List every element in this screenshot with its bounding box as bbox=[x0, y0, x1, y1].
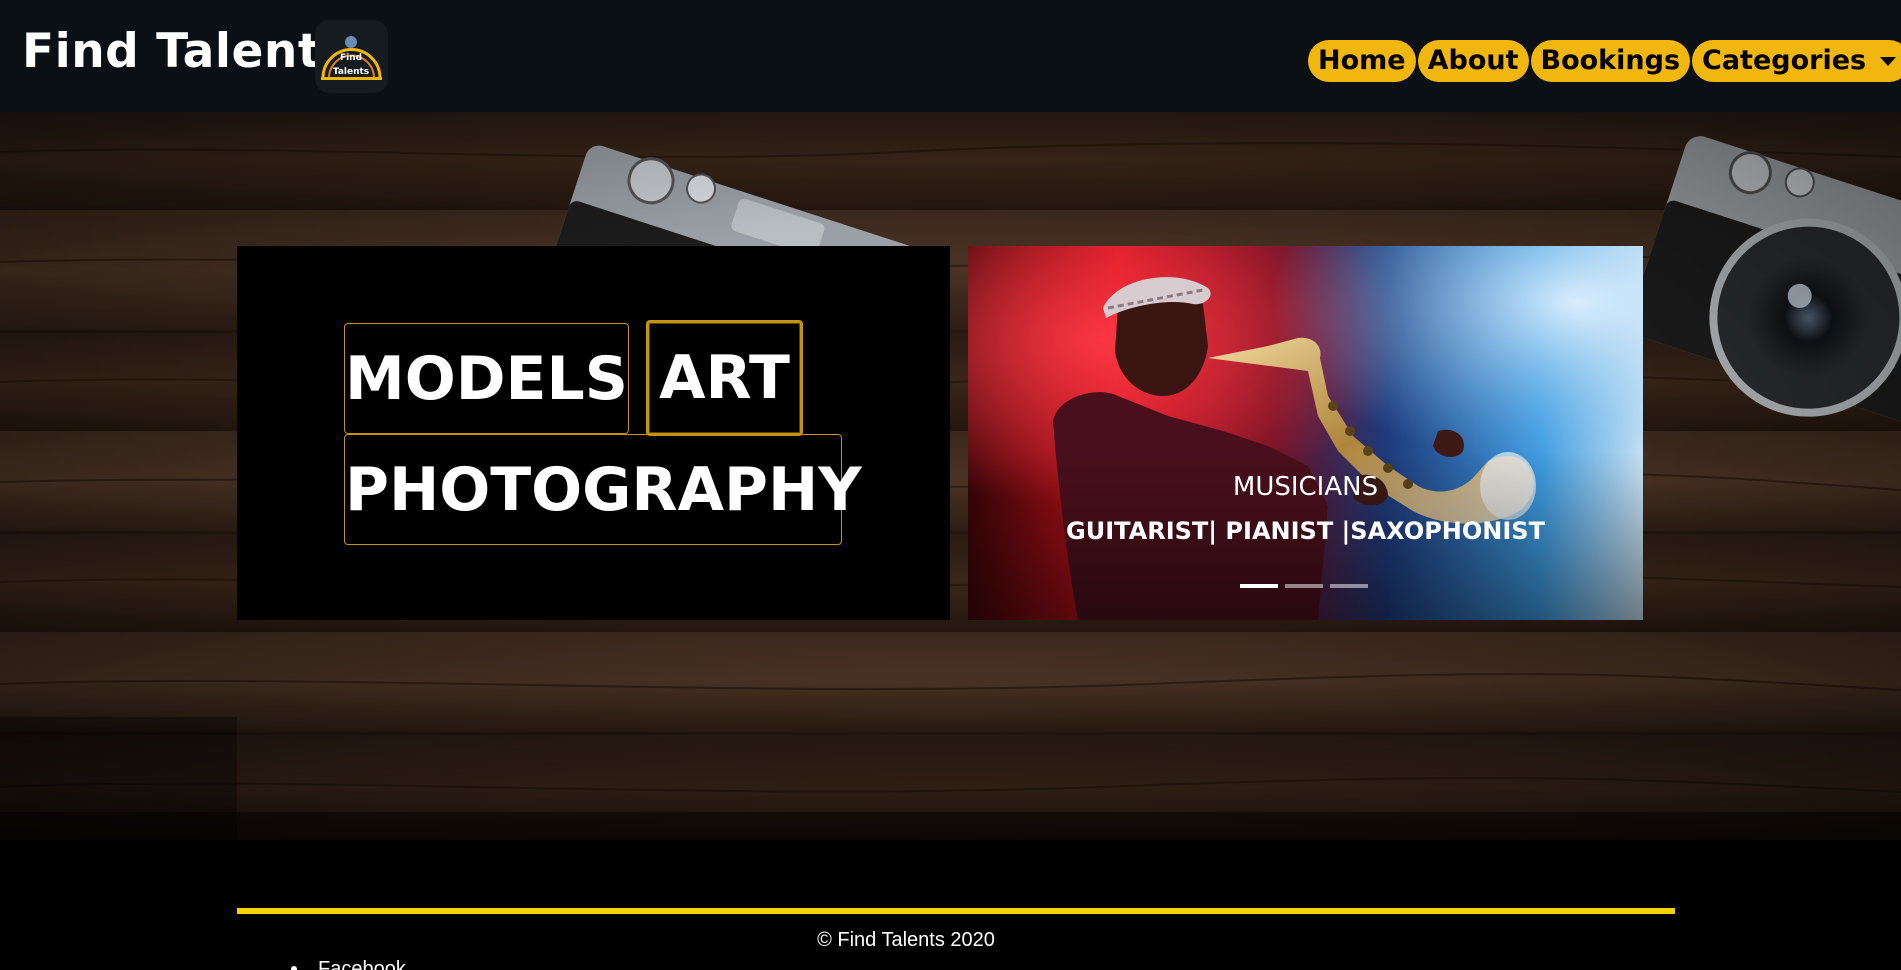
tag-art: ART bbox=[646, 320, 803, 436]
nav-categories-label: Categories bbox=[1702, 45, 1867, 76]
list-bullet-icon bbox=[291, 966, 297, 970]
carousel-indicator-3[interactable] bbox=[1330, 584, 1368, 588]
main-nav: Home About Bookings Categories bbox=[1308, 40, 1901, 82]
carousel-indicator-1[interactable] bbox=[1240, 584, 1278, 588]
nav-about-link[interactable]: About bbox=[1417, 40, 1529, 82]
nav-home-link[interactable]: Home bbox=[1308, 40, 1416, 82]
categories-panel: MODELS ART PHOTOGRAPHY bbox=[237, 246, 950, 620]
nav-bookings-link[interactable]: Bookings bbox=[1530, 40, 1691, 82]
footer-divider bbox=[237, 908, 1675, 914]
carousel-indicators bbox=[1240, 584, 1368, 588]
carousel-caption-subtitle: GUITARIST| PIANIST |SAXOPHONIST bbox=[1066, 517, 1545, 545]
copyright-text: © Find Talents 2020 bbox=[817, 929, 995, 951]
carousel-caption-title: MUSICIANS bbox=[1232, 472, 1379, 502]
tag-photography: PHOTOGRAPHY bbox=[344, 434, 862, 545]
caret-down-icon bbox=[1880, 56, 1897, 66]
musicians-carousel[interactable]: MUSICIANS GUITARIST| PIANIST |SAXOPHONIS… bbox=[968, 246, 1643, 620]
facebook-link[interactable]: Facebook bbox=[318, 955, 406, 970]
logo-text-top: Find bbox=[340, 53, 362, 63]
page: Find Talents Find Talents Home About Boo… bbox=[0, 0, 1901, 970]
logo-text-bottom: Talents bbox=[333, 67, 369, 77]
saxophonist-slide-image bbox=[968, 246, 1643, 620]
tag-models: MODELS bbox=[344, 323, 629, 434]
logo-emblem-icon: Find Talents bbox=[321, 36, 382, 80]
brand-logo[interactable]: Find Talents bbox=[315, 20, 388, 93]
nav-categories-dropdown[interactable]: Categories bbox=[1692, 40, 1901, 82]
brand-title[interactable]: Find Talents bbox=[22, 24, 349, 80]
carousel-indicator-2[interactable] bbox=[1285, 584, 1323, 588]
navbar: Find Talents Find Talents Home About Boo… bbox=[0, 0, 1901, 112]
